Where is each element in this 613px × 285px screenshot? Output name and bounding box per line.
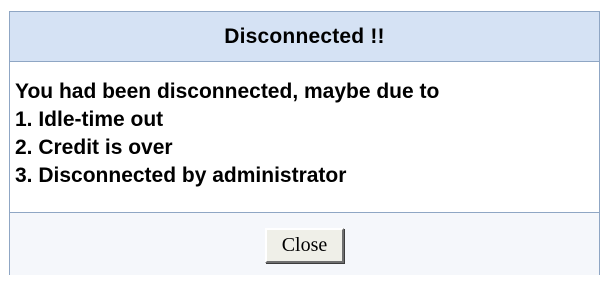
reason-credit-over: 2. Credit is over <box>15 136 173 159</box>
disconnect-dialog: Disconnected !! You had been disconnecte… <box>9 11 600 275</box>
close-button[interactable]: Close <box>265 227 344 263</box>
message-intro: You had been disconnected, maybe due to <box>15 80 440 103</box>
dialog-message: You had been disconnected, maybe due to … <box>10 62 599 213</box>
reason-idle-timeout: 1. Idle-time out <box>15 108 164 131</box>
dialog-footer: Close <box>10 213 599 275</box>
reason-admin-disconnect: 3. Disconnected by administrator <box>15 164 347 187</box>
dialog-title: Disconnected !! <box>224 24 385 48</box>
dialog-header: Disconnected !! <box>10 12 599 62</box>
